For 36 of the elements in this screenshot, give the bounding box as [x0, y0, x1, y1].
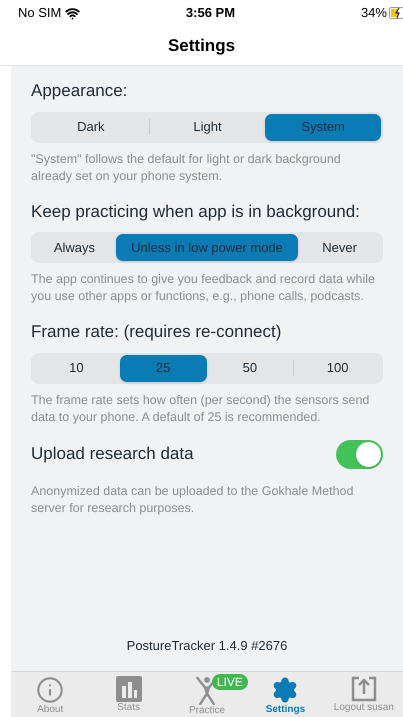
bar-chart-icon: [116, 676, 142, 702]
share-icon: [350, 676, 377, 702]
settings-icon: [271, 676, 300, 704]
help-text: The app continues to give you feedback and record data while you use other apps or functions, e.g., phone calls, podcasts.: [31, 271, 376, 305]
help-text: "System" follows the default for light or dark background already set on your phone system.: [31, 150, 342, 184]
battery-icon: [388, 7, 403, 19]
segment-option[interactable]: 25: [120, 354, 206, 382]
segment-option[interactable]: Always: [33, 234, 116, 261]
wifi-icon: [65, 6, 80, 20]
segment-option[interactable]: 100: [294, 354, 381, 382]
section-heading: Appearance:: [31, 80, 128, 102]
segment-option[interactable]: 10: [33, 354, 120, 382]
section-heading: Frame rate: (requires re-connect): [31, 321, 282, 343]
segment-option[interactable]: Dark: [33, 114, 149, 140]
carrier-text: No SIM: [18, 4, 62, 22]
section-heading: Upload research data: [31, 443, 194, 466]
tab-item[interactable]: Logout susan: [324, 672, 403, 717]
segment-option[interactable]: 50: [206, 354, 294, 382]
tab-item[interactable]: About: [11, 672, 90, 717]
segment-option[interactable]: Never: [298, 234, 381, 261]
help-text: The frame rate sets how often (per second) the sensors send data to your phone. A default of 25 is recommended.: [31, 392, 370, 426]
segment-option[interactable]: Light: [150, 114, 266, 140]
version-text: PostureTracker 1.4.9 #2676: [126, 636, 288, 654]
clock-text: 3:56 PM: [184, 4, 236, 22]
segment-option[interactable]: System: [265, 114, 382, 140]
tab-item[interactable]: Settings: [246, 672, 325, 717]
battery-text: 34%: [360, 4, 387, 22]
live-badge: LIVE: [212, 674, 248, 690]
info-icon: [36, 676, 64, 704]
tab-item[interactable]: LIVE Practice: [168, 672, 246, 717]
tab-item[interactable]: Stats: [89, 672, 168, 717]
section-heading: Keep practicing when app is in background:: [31, 200, 361, 222]
segment-option[interactable]: Unless in low power mode: [116, 234, 298, 261]
page-title: Settings: [168, 34, 236, 57]
toggle-switch[interactable]: [336, 440, 383, 468]
help-text: Anonymized data can be uploaded to the Gokhale Method server for research purposes.: [31, 482, 354, 516]
